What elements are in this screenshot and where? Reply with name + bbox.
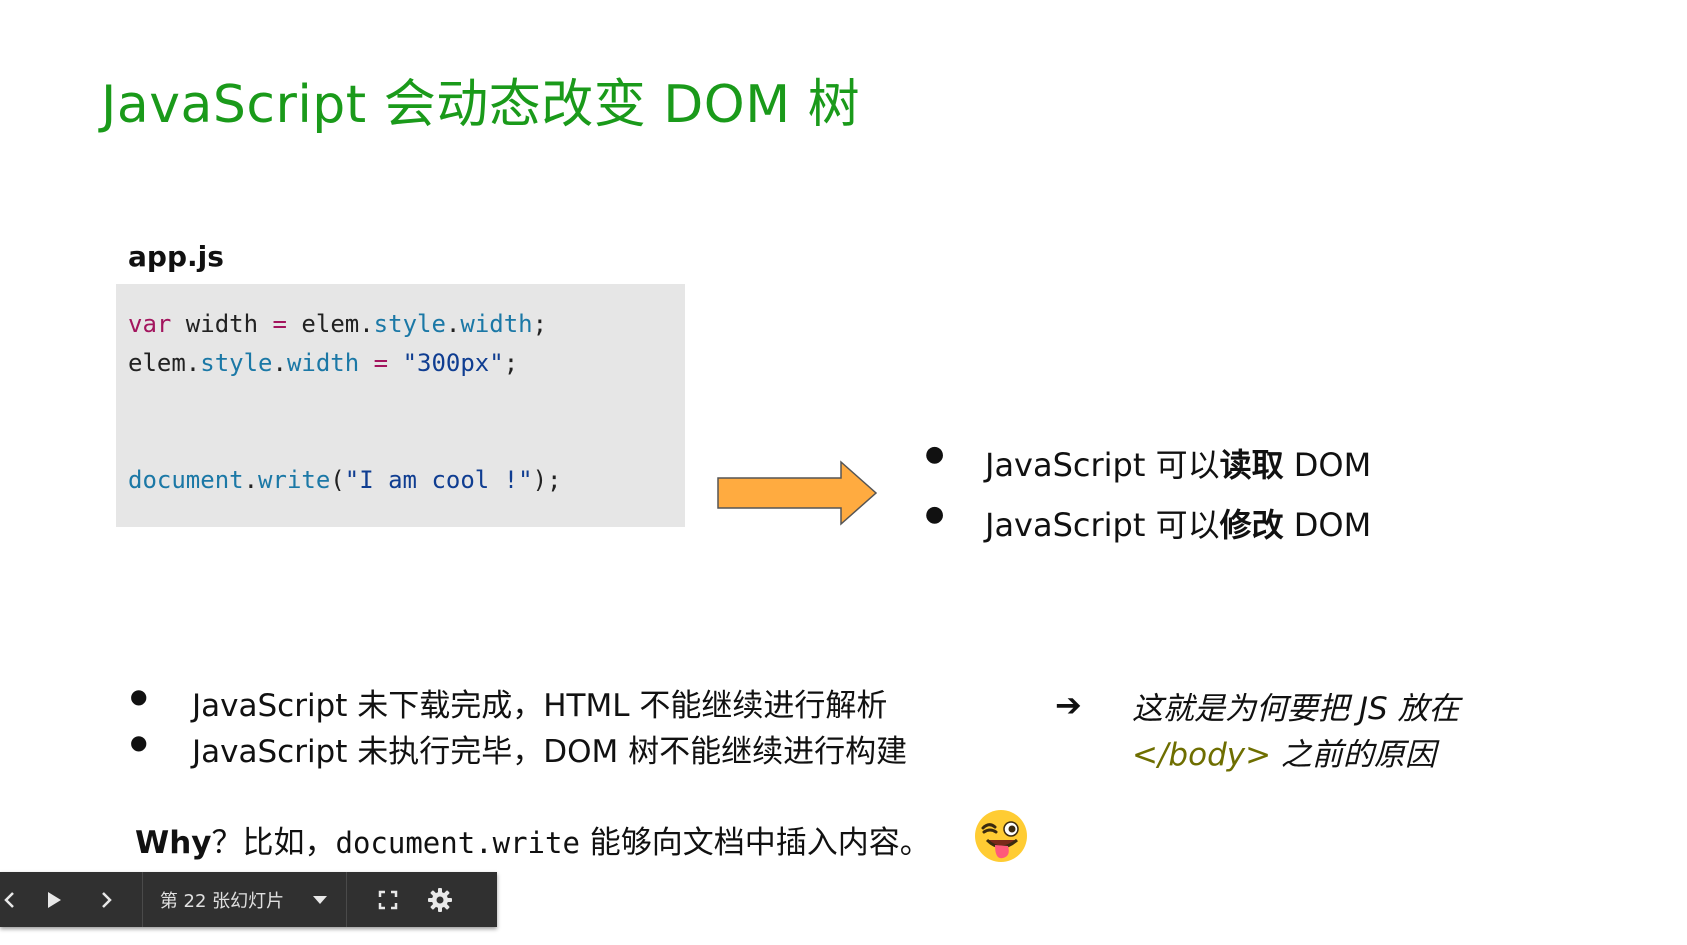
bullet: ● [130, 730, 148, 754]
body-tag: </body> [1132, 737, 1272, 773]
toolbar-divider [346, 872, 347, 927]
next-slide-button[interactable] [88, 872, 124, 927]
settings-button[interactable] [422, 872, 458, 927]
code-block: var width = elem.style.width; elem.style… [116, 284, 685, 527]
presentation-toolbar: 第 22 张幻灯片 [0, 872, 497, 927]
play-icon [48, 891, 61, 908]
fullscreen-button[interactable] [370, 872, 406, 927]
bullet: ● [925, 502, 945, 527]
slide-selector[interactable]: 第 22 张幻灯片 [143, 872, 345, 927]
winking-face-with-tongue-icon [975, 810, 1027, 862]
fullscreen-icon [378, 890, 398, 909]
code-line-1: var width = elem.style.width; [128, 310, 548, 338]
caret-down-icon [313, 895, 328, 904]
slide-title: JavaScript 会动态改变 DOM 树 [101, 75, 861, 135]
code-filename: app.js [128, 240, 224, 273]
arrow-right-icon [717, 460, 878, 526]
chevron-left-icon [4, 891, 14, 908]
code-line-3: document.write("I am cool !"); [128, 466, 562, 494]
play-button[interactable] [36, 872, 72, 927]
bullet: ● [925, 442, 945, 467]
conclusion-text: 这就是为何要把 JS 放在 </body> 之前的原因 [1132, 691, 1460, 773]
slide-number-label: 第 22 张幻灯片 [159, 890, 285, 912]
bullet: ● [130, 684, 148, 708]
prev-slide-button[interactable] [0, 872, 20, 927]
slide: JavaScript 会动态改变 DOM 树 app.js var width … [0, 0, 1687, 945]
gear-icon [428, 887, 452, 912]
right-arrow-icon: ➔ [1055, 686, 1082, 724]
chevron-right-icon [102, 891, 112, 908]
why-note: Why？比如，document.write 能够向文档中插入内容。 [135, 825, 931, 861]
code-line-2: elem.style.width = "300px"; [128, 349, 519, 377]
